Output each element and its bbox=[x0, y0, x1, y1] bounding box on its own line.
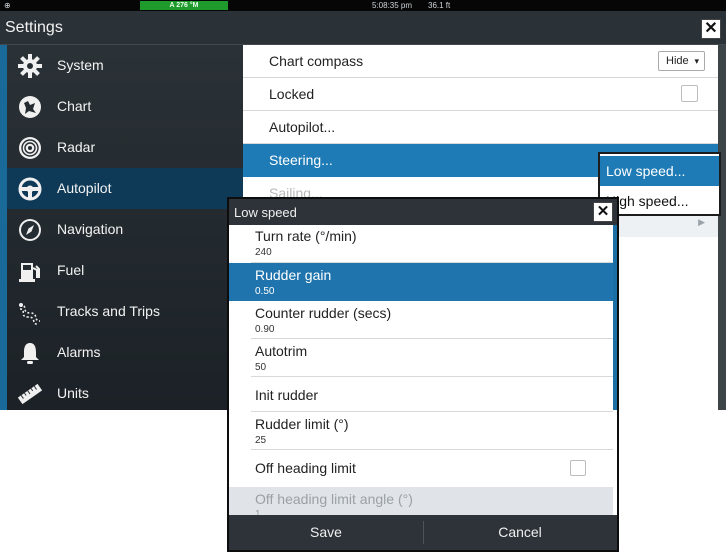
init-rudder-label: Init rudder bbox=[255, 387, 319, 403]
sidebar-item-label: Chart bbox=[57, 98, 92, 114]
init-rudder-row[interactable]: Init rudder bbox=[229, 377, 613, 412]
rudder-limit-label: Rudder limit (°) bbox=[255, 416, 349, 432]
rudder-limit-value: 25 bbox=[255, 435, 267, 446]
autotrim-value: 50 bbox=[255, 362, 267, 373]
counter-rudder-row[interactable]: Counter rudder (secs) 0.90 bbox=[229, 301, 613, 339]
low-speed-option[interactable]: Low speed... bbox=[600, 156, 719, 186]
sidebar-item-label: Tracks and Trips bbox=[57, 303, 160, 319]
dialog-title-bar: Low speed ✕ bbox=[229, 199, 617, 225]
autopilot-label: Autopilot... bbox=[269, 119, 336, 135]
tracks-icon bbox=[19, 303, 41, 325]
settings-title-bar: Settings ✕ bbox=[0, 11, 726, 45]
turn-rate-row[interactable]: Turn rate (°/min) 240 bbox=[229, 225, 613, 263]
dialog-title: Low speed bbox=[234, 205, 297, 220]
sidebar-item-autopilot[interactable]: Autopilot bbox=[7, 168, 243, 209]
rudder-gain-value: 0.50 bbox=[255, 286, 275, 297]
expand-arrow-icon: ▶ bbox=[698, 217, 705, 227]
locked-row[interactable]: Locked bbox=[243, 78, 718, 111]
sidebar-item-system[interactable]: System bbox=[7, 45, 243, 86]
rudder-limit-row[interactable]: Rudder limit (°) 25 bbox=[229, 412, 613, 450]
off-heading-limit-angle-label: Off heading limit angle (°) bbox=[255, 491, 413, 507]
sidebar-item-label: Radar bbox=[57, 139, 96, 155]
locked-label: Locked bbox=[269, 86, 315, 102]
window-title: Settings bbox=[5, 19, 63, 36]
close-dialog-button[interactable]: ✕ bbox=[593, 202, 613, 222]
turn-rate-value: 240 bbox=[255, 247, 272, 258]
sidebar-item-tracks-and-trips[interactable]: Tracks and Trips bbox=[7, 291, 243, 332]
sidebar-item-units[interactable]: Units bbox=[7, 373, 243, 414]
gear-icon bbox=[18, 54, 42, 78]
rudder-gain-label: Rudder gain bbox=[255, 267, 332, 283]
sidebar-item-label: Fuel bbox=[57, 262, 85, 278]
save-button[interactable]: Save bbox=[229, 515, 423, 550]
time-readout: 5:08:35 pm bbox=[372, 1, 413, 10]
bell-icon bbox=[21, 343, 39, 364]
sidebar-item-label: System bbox=[57, 57, 104, 73]
sidebar-item-navigation[interactable]: Navigation bbox=[7, 209, 243, 250]
steering-label: Steering... bbox=[269, 152, 333, 168]
autotrim-row[interactable]: Autotrim 50 bbox=[229, 339, 613, 377]
settings-scrollbar[interactable] bbox=[718, 45, 726, 410]
radar-icon bbox=[19, 137, 41, 159]
turn-rate-label: Turn rate (°/min) bbox=[255, 228, 357, 244]
gps-icon: ⊕ bbox=[4, 1, 11, 10]
sidebar-item-radar[interactable]: Radar bbox=[7, 127, 243, 168]
sidebar-item-label: Alarms bbox=[57, 344, 101, 360]
settings-sidebar: System Chart Radar Autopilot Navigation … bbox=[0, 45, 243, 410]
fuel-pump-icon bbox=[19, 263, 40, 282]
chart-compass-label: Chart compass bbox=[269, 53, 364, 69]
dialog-scrollbar[interactable] bbox=[613, 225, 617, 410]
status-bar: ⊕ A 276 °M 5:08:35 pm 36.1 ft bbox=[0, 0, 726, 11]
compass-icon bbox=[19, 219, 41, 241]
sidebar-item-fuel[interactable]: Fuel bbox=[7, 250, 243, 291]
off-heading-limit-label: Off heading limit bbox=[255, 460, 356, 476]
off-heading-limit-angle-row: Off heading limit angle (°) 1 bbox=[229, 487, 613, 520]
chart-icon bbox=[19, 96, 41, 118]
rudder-gain-row[interactable]: Rudder gain 0.50 bbox=[229, 263, 613, 301]
counter-rudder-value: 0.90 bbox=[255, 324, 275, 335]
depth-readout: 36.1 ft bbox=[428, 1, 451, 10]
chart-compass-dropdown[interactable]: Hide ▾ bbox=[658, 51, 705, 71]
off-heading-limit-row[interactable]: Off heading limit bbox=[229, 450, 613, 487]
autotrim-label: Autotrim bbox=[255, 343, 308, 359]
locked-checkbox[interactable] bbox=[681, 85, 698, 102]
sidebar-accent-strip bbox=[0, 45, 7, 410]
ruler-icon bbox=[17, 383, 43, 405]
chart-compass-value: Hide bbox=[666, 55, 689, 67]
heading-readout: A 276 °M bbox=[140, 1, 228, 10]
counter-rudder-label: Counter rudder (secs) bbox=[255, 305, 392, 321]
low-speed-dialog: Low speed ✕ Turn rate (°/min) 240 Rudder… bbox=[227, 197, 619, 552]
dialog-footer: Save Cancel bbox=[229, 515, 617, 550]
sidebar-item-label: Autopilot bbox=[57, 180, 112, 196]
autopilot-row[interactable]: Autopilot... bbox=[243, 111, 718, 144]
sidebar-item-alarms[interactable]: Alarms bbox=[7, 332, 243, 373]
chart-compass-row[interactable]: Chart compass Hide ▾ bbox=[243, 45, 718, 78]
sidebar-item-label: Units bbox=[57, 385, 89, 401]
sidebar-item-chart[interactable]: Chart bbox=[7, 86, 243, 127]
steering-wheel-icon bbox=[18, 177, 42, 201]
cancel-button[interactable]: Cancel bbox=[423, 515, 617, 550]
close-settings-button[interactable]: ✕ bbox=[701, 19, 721, 39]
chevron-down-icon: ▾ bbox=[694, 56, 699, 66]
sidebar-item-label: Navigation bbox=[57, 221, 124, 237]
off-heading-limit-checkbox[interactable] bbox=[570, 460, 586, 476]
